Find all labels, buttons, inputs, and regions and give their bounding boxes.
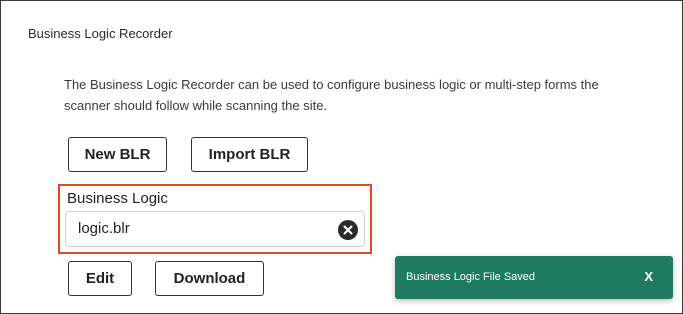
section-description: The Business Logic Recorder can be used … xyxy=(64,77,599,113)
download-button[interactable]: Download xyxy=(155,261,264,296)
x-glyph xyxy=(343,225,353,235)
edit-button[interactable]: Edit xyxy=(68,261,132,296)
business-logic-value: logic.blr xyxy=(78,220,130,237)
toast-notification: Business Logic File Saved X xyxy=(395,256,673,299)
panel: Business Logic Recorder The Business Log… xyxy=(0,0,683,314)
import-blr-button[interactable]: Import BLR xyxy=(191,137,308,172)
section-title: Business Logic Recorder xyxy=(28,26,173,41)
business-logic-label: Business Logic xyxy=(67,190,168,207)
business-logic-field[interactable]: logic.blr xyxy=(65,211,365,247)
clear-circle-x-icon[interactable] xyxy=(338,220,358,240)
toast-message: Business Logic File Saved xyxy=(406,271,536,283)
new-blr-button[interactable]: New BLR xyxy=(68,137,167,172)
toast-close-button[interactable]: X xyxy=(644,269,653,284)
